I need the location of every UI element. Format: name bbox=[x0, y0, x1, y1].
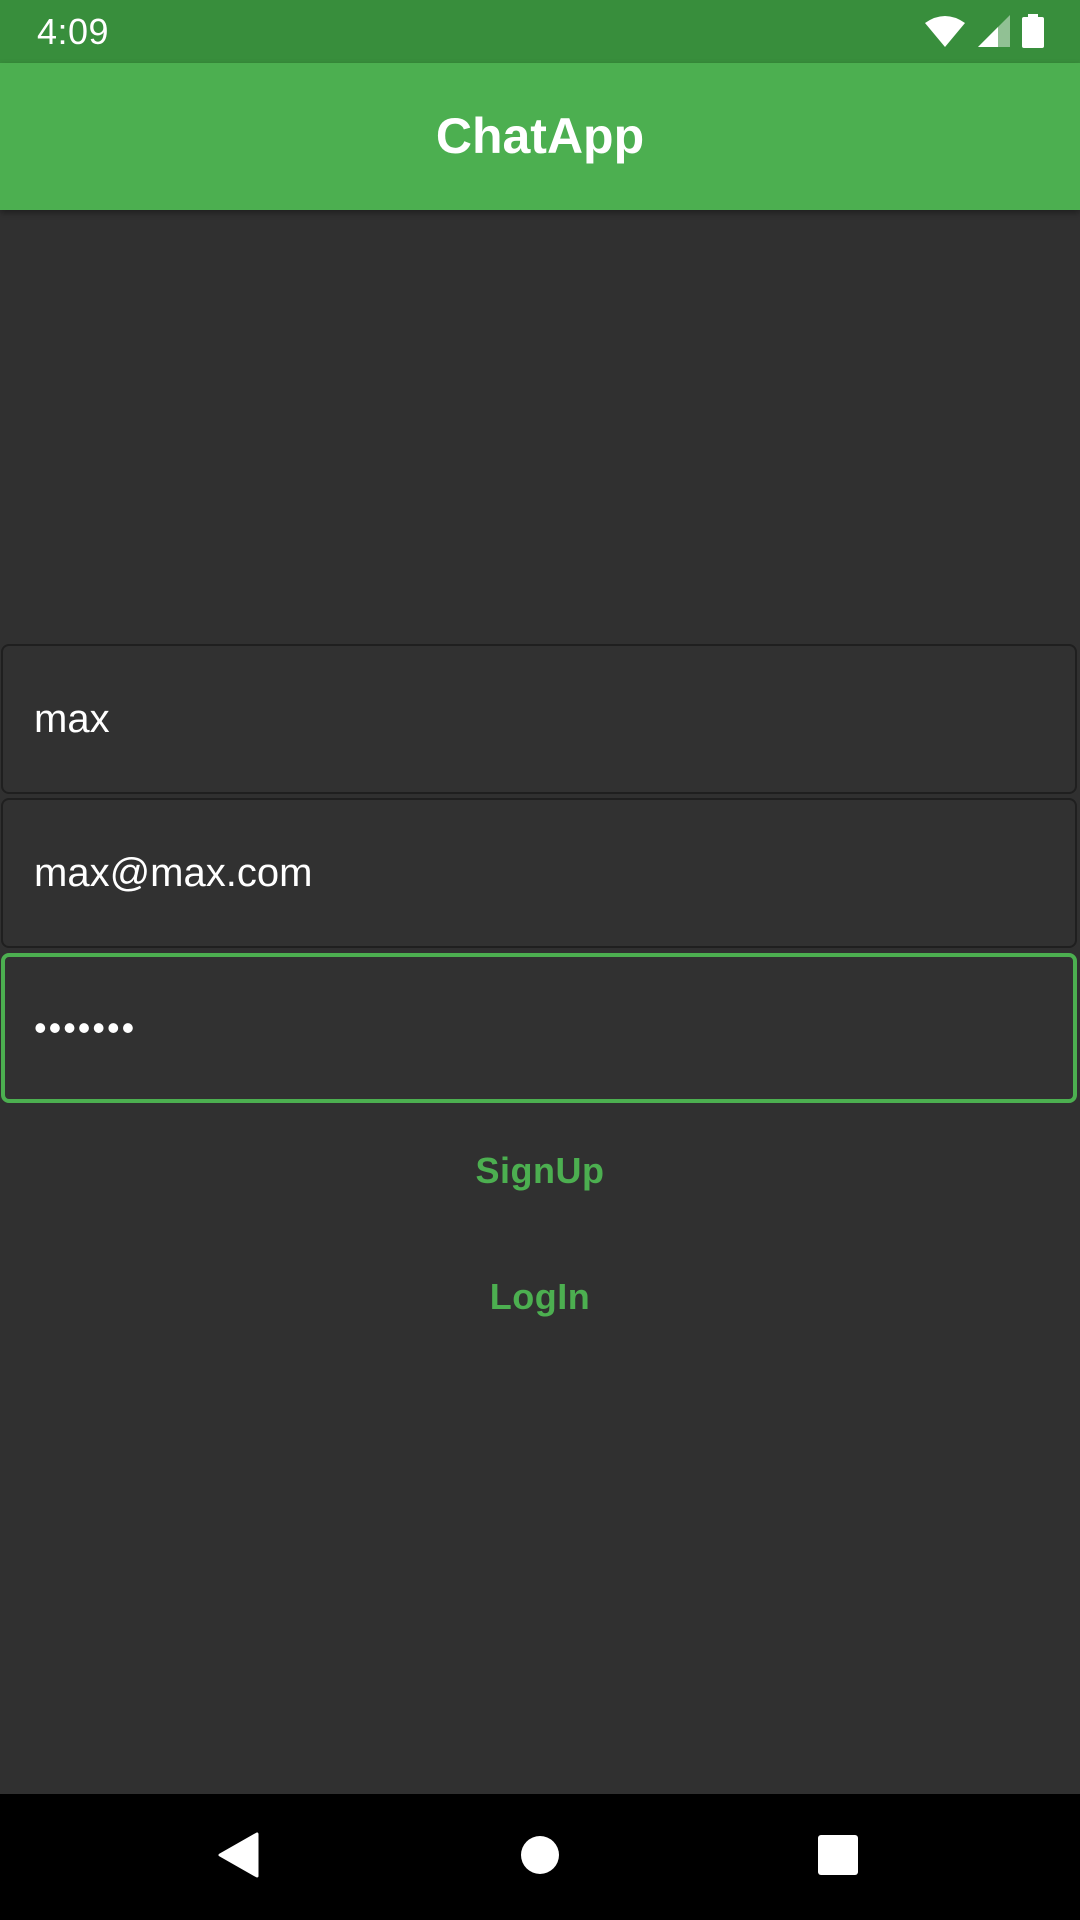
home-icon bbox=[520, 1835, 560, 1880]
recents-button[interactable] bbox=[778, 1794, 898, 1920]
status-time: 4:09 bbox=[37, 11, 110, 52]
app-bar: ChatApp bbox=[0, 63, 1080, 210]
battery-icon bbox=[1022, 14, 1044, 48]
recents-icon bbox=[818, 1834, 858, 1880]
username-value: max bbox=[34, 697, 110, 741]
back-button[interactable] bbox=[178, 1794, 298, 1920]
app-title: ChatApp bbox=[435, 108, 645, 164]
status-bar: 4:09 bbox=[0, 0, 1080, 63]
navigation-bar bbox=[0, 1794, 1080, 1920]
email-value: max@max.com bbox=[34, 851, 313, 895]
back-icon bbox=[217, 1832, 259, 1883]
password-field[interactable]: ••••••• bbox=[1, 953, 1077, 1103]
status-icons bbox=[924, 14, 1044, 48]
password-value: ••••••• bbox=[34, 1007, 137, 1048]
username-field[interactable]: max bbox=[1, 644, 1077, 794]
signup-button[interactable]: SignUp bbox=[0, 1145, 1080, 1197]
email-field[interactable]: max@max.com bbox=[1, 798, 1077, 948]
wifi-icon bbox=[924, 15, 966, 47]
home-button[interactable] bbox=[480, 1794, 600, 1920]
cell-signal-icon bbox=[978, 15, 1010, 47]
login-screen: 4:09 ChatApp max max@max.com ••••••• Sig… bbox=[0, 0, 1080, 1920]
login-button[interactable]: LogIn bbox=[0, 1271, 1080, 1323]
